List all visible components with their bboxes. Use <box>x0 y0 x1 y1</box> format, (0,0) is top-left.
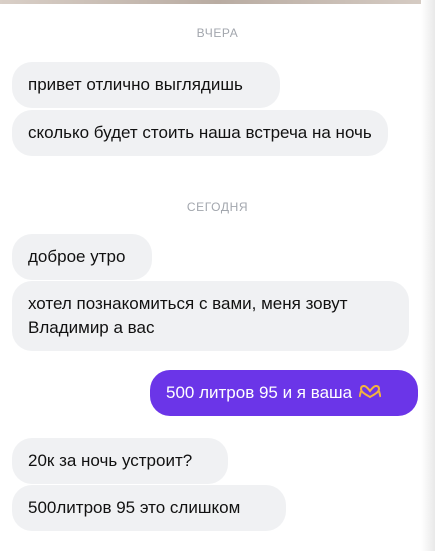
message-outgoing-text: 500 литров 95 и я ваша <box>166 383 353 402</box>
message-incoming[interactable]: привет отлично выглядишь <box>12 62 280 108</box>
message-incoming[interactable]: 500литров 95 это слишком <box>12 485 286 531</box>
message-incoming[interactable]: доброе утро <box>12 234 152 280</box>
date-separator-today: СЕГОДНЯ <box>186 200 249 214</box>
screen-edge-shadow <box>421 0 435 551</box>
header-edge <box>0 0 435 4</box>
message-incoming[interactable]: хотел познакомиться с вами, меня зовут В… <box>12 281 409 351</box>
message-incoming[interactable]: 20к за ночь устроит? <box>12 438 228 484</box>
date-separator-yesterday: ВЧЕРА <box>196 26 239 40</box>
heart-hands-icon <box>358 385 381 399</box>
message-outgoing[interactable]: 500 литров 95 и я ваша <box>150 370 418 416</box>
chat-screen: ВЧЕРА привет отлично выглядишь сколько б… <box>0 0 435 551</box>
message-incoming[interactable]: сколько будет стоить наша встреча на ноч… <box>12 110 388 156</box>
